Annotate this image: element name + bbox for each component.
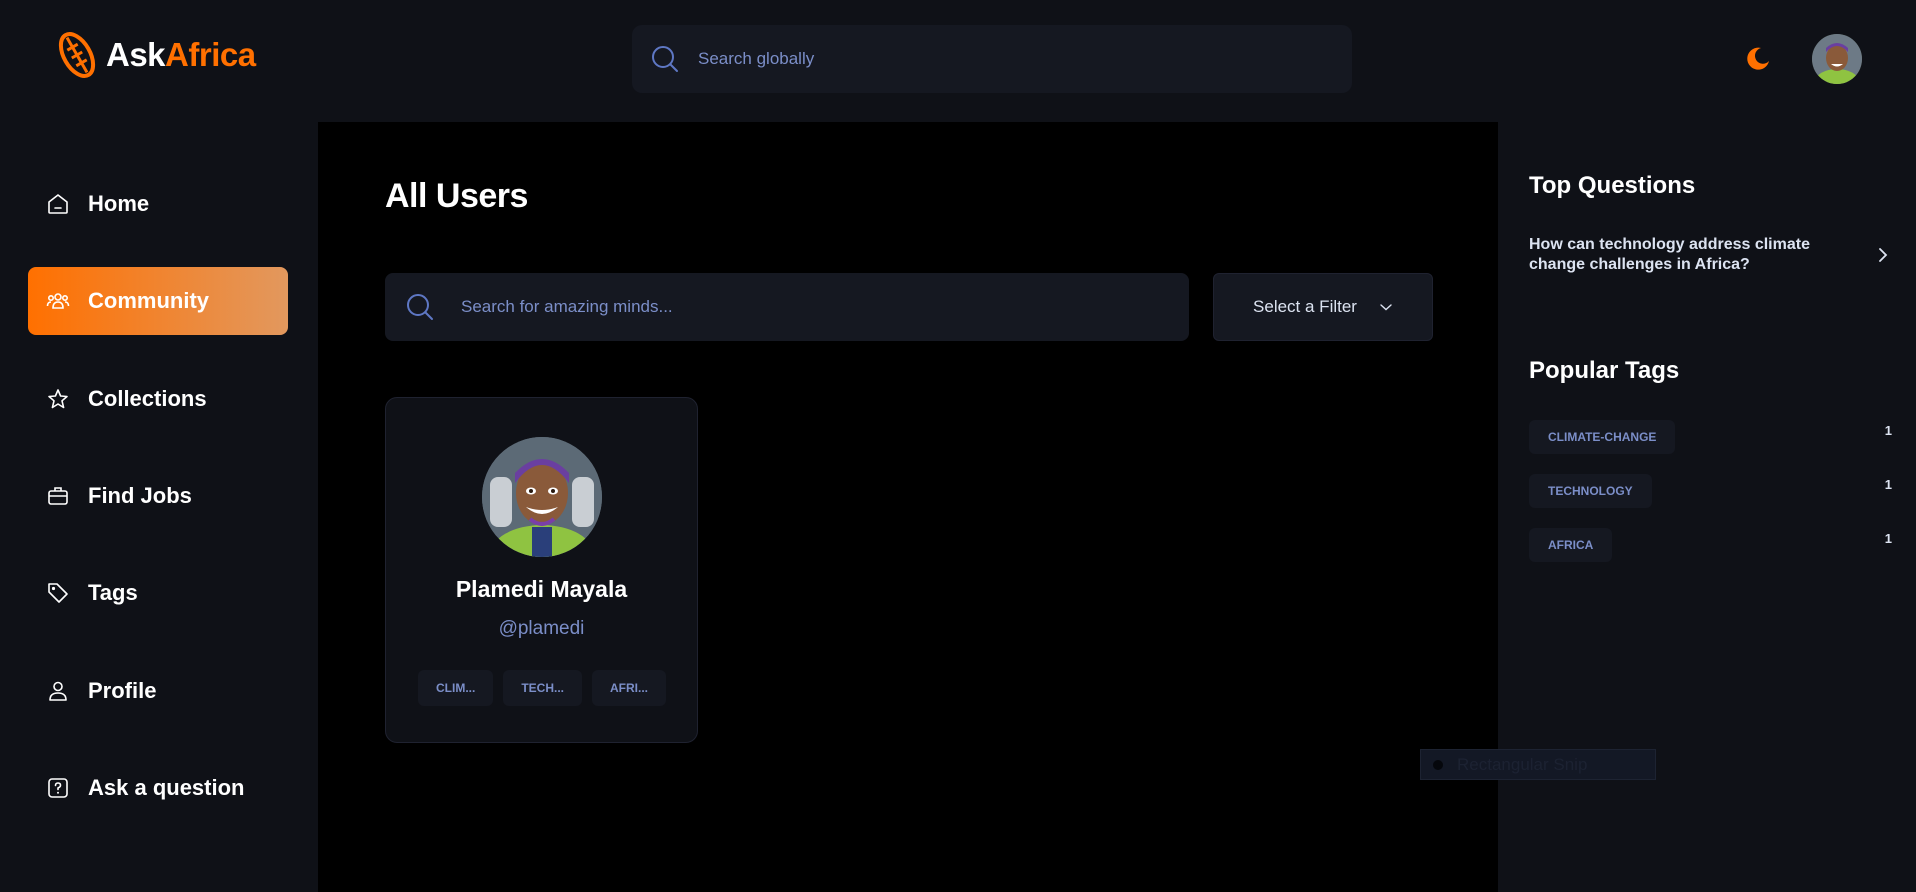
sidebar-item-label: Find Jobs — [88, 483, 192, 508]
logo-text: AskAfrica — [106, 36, 256, 74]
question-icon — [48, 778, 68, 798]
popular-tag-chip[interactable]: CLIMATE-CHANGE — [1529, 420, 1676, 454]
popular-tag-chip[interactable]: TECHNOLOGY — [1529, 474, 1652, 508]
avatar-image — [482, 437, 602, 557]
sidebar-item-label: Community — [88, 288, 209, 313]
filter-select-label: Select a Filter — [1253, 297, 1357, 316]
sidebar-item-label: Profile — [88, 678, 157, 703]
logo[interactable]: AskAfrica — [54, 30, 256, 80]
logo-text-africa: Africa — [165, 36, 256, 73]
top-questions-title: Top Questions — [1529, 172, 1696, 199]
sidebar-item-label: Collections — [88, 386, 207, 411]
sidebar-item-label: Home — [88, 191, 150, 216]
sidebar-item-ask-question[interactable]: Ask a question — [28, 754, 288, 822]
user-tags: CLIM... TECH... AFRI... — [418, 670, 666, 706]
football-logo-icon — [58, 32, 96, 78]
avatar-image — [1812, 34, 1862, 84]
user-tag-chip[interactable]: CLIM... — [418, 670, 494, 706]
star-icon — [48, 389, 68, 409]
global-search-bar[interactable] — [632, 25, 1352, 93]
user-search-bar[interactable] — [385, 273, 1189, 341]
top-navbar: AskAfrica — [0, 0, 1916, 122]
user-tag-chip[interactable]: TECH... — [503, 670, 582, 706]
main-content: All Users Select a Filter — [318, 122, 1498, 892]
user-card[interactable]: Plamedi Mayala @plamedi CLIM... TECH... … — [385, 397, 698, 743]
snip-label: Rectangular Snip — [1457, 754, 1588, 774]
user-handle: @plamedi — [498, 618, 585, 639]
chevron-right-icon — [1879, 248, 1888, 262]
top-question-text: How can technology address climate chang… — [1529, 236, 1810, 273]
user-search-input[interactable] — [461, 297, 1161, 317]
popular-tag-count: 1 — [1884, 476, 1892, 492]
search-icon — [407, 294, 433, 320]
moon-icon[interactable] — [1742, 44, 1772, 74]
sidebar-item-profile[interactable]: Profile — [28, 657, 288, 725]
user-name: Plamedi Mayala — [455, 576, 628, 602]
popular-tag-chip[interactable]: AFRICA — [1529, 528, 1613, 562]
tag-icon — [48, 583, 68, 603]
popular-tag-count: 1 — [1884, 530, 1892, 546]
sidebar-item-home[interactable]: Home — [28, 170, 288, 238]
search-icon — [652, 46, 678, 72]
popular-tag-count: 1 — [1884, 422, 1892, 438]
sidebar-item-tags[interactable]: Tags — [28, 559, 288, 627]
chevron-down-icon — [1380, 304, 1392, 311]
sidebar-item-collections[interactable]: Collections — [28, 365, 288, 433]
user-card-avatar — [482, 437, 602, 557]
rectangular-snip-overlay: Rectangular Snip — [1420, 749, 1656, 780]
user-tag-chip[interactable]: AFRI... — [592, 670, 666, 706]
briefcase-icon — [48, 487, 68, 505]
top-question-link[interactable]: How can technology address climate chang… — [1529, 235, 1889, 275]
home-icon — [48, 194, 68, 214]
filter-select[interactable]: Select a Filter — [1213, 273, 1433, 341]
logo-text-ask: Ask — [106, 36, 166, 73]
sidebar-item-label: Tags — [88, 580, 138, 605]
record-dot-icon — [1433, 759, 1443, 770]
users-icon — [46, 293, 70, 309]
page-title: All Users — [385, 177, 528, 215]
user-avatar[interactable] — [1812, 34, 1862, 84]
global-search-input[interactable] — [698, 49, 1298, 69]
popular-tag-row[interactable]: AFRICA 1 — [1529, 528, 1892, 562]
sidebar-item-find-jobs[interactable]: Find Jobs — [28, 462, 288, 530]
popular-tags-title: Popular Tags — [1529, 357, 1680, 384]
sidebar-item-community[interactable]: Community — [28, 267, 288, 335]
popular-tag-row[interactable]: CLIMATE-CHANGE 1 — [1529, 420, 1892, 454]
left-sidebar: Home Community Collections Find Jobs Tag… — [0, 122, 318, 892]
user-icon — [49, 681, 67, 701]
popular-tag-row[interactable]: TECHNOLOGY 1 — [1529, 474, 1892, 508]
sidebar-item-label: Ask a question — [88, 775, 245, 800]
